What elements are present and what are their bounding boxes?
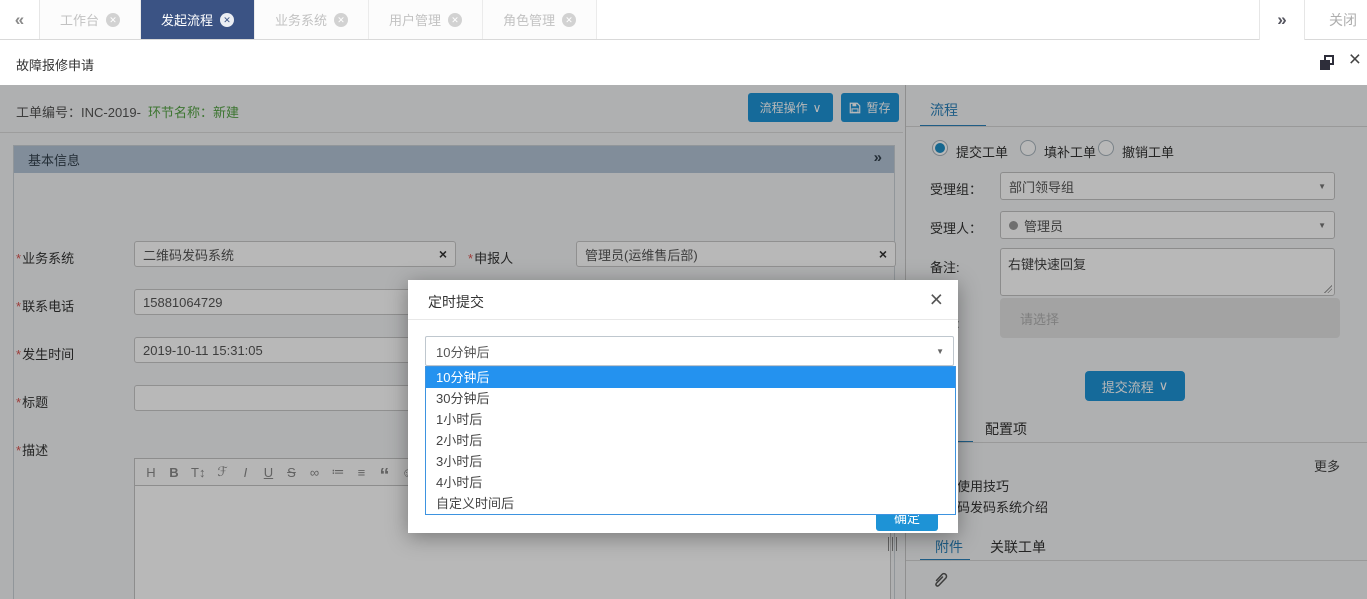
close-window-icon[interactable]: ×	[1349, 49, 1361, 70]
option-2h[interactable]: 2小时后	[426, 430, 955, 451]
nav-tab-start-process[interactable]: 发起流程 ✕	[141, 0, 255, 39]
option-3h[interactable]: 3小时后	[426, 451, 955, 472]
scroll-tabs-right-icon[interactable]: »	[1259, 0, 1305, 40]
nav-tab-bar: « 工作台 ✕ 发起流程 ✕ 业务系统 ✕ 用户管理 ✕ 角色管理 ✕ » 关闭	[0, 0, 1367, 40]
scheduled-submit-dialog: 定时提交 × 确定 10分钟后 ▼ 10分钟后 30分钟后 1小时后 2小时后 …	[408, 280, 958, 533]
dialog-title: 定时提交	[428, 292, 484, 312]
delay-select[interactable]: 10分钟后 ▼	[425, 336, 954, 366]
nav-tab-label: 业务系统	[275, 10, 327, 29]
dropdown-arrow-icon: ▼	[936, 347, 944, 356]
delay-options-listbox: 10分钟后 30分钟后 1小时后 2小时后 3小时后 4小时后 自定义时间后	[425, 366, 956, 515]
dialog-header: 定时提交 ×	[408, 280, 958, 320]
tab-close-icon[interactable]: ✕	[448, 13, 462, 27]
scroll-tabs-left-icon[interactable]: «	[0, 0, 40, 39]
nav-tab-label: 角色管理	[503, 10, 555, 29]
nav-tab-role-mgmt[interactable]: 角色管理 ✕	[483, 0, 597, 39]
tab-close-icon[interactable]: ✕	[334, 13, 348, 27]
nav-tab-label: 发起流程	[161, 10, 213, 29]
tab-close-icon[interactable]: ✕	[562, 13, 576, 27]
window-title-bar: 故障报修申请 ×	[0, 41, 1367, 85]
restore-square-front	[1320, 60, 1330, 70]
nav-tab-workbench[interactable]: 工作台 ✕	[40, 0, 141, 39]
nav-tab-user-mgmt[interactable]: 用户管理 ✕	[369, 0, 483, 39]
option-30min[interactable]: 30分钟后	[426, 388, 955, 409]
nav-tab-label: 用户管理	[389, 10, 441, 29]
page-title: 故障报修申请	[16, 55, 94, 74]
tab-close-icon[interactable]: ✕	[220, 13, 234, 27]
nav-tab-label: 工作台	[60, 10, 99, 29]
option-1h[interactable]: 1小时后	[426, 409, 955, 430]
option-custom[interactable]: 自定义时间后	[426, 493, 955, 514]
delay-select-value: 10分钟后	[436, 342, 489, 361]
nav-tab-business-system[interactable]: 业务系统 ✕	[255, 0, 369, 39]
tab-close-icon[interactable]: ✕	[106, 13, 120, 27]
option-10min[interactable]: 10分钟后	[426, 367, 955, 388]
option-4h[interactable]: 4小时后	[426, 472, 955, 493]
restore-window-icon[interactable]	[1320, 55, 1336, 71]
dialog-close-icon[interactable]: ×	[930, 286, 943, 313]
app-window: « 工作台 ✕ 发起流程 ✕ 业务系统 ✕ 用户管理 ✕ 角色管理 ✕ » 关闭…	[0, 0, 1367, 599]
close-all-tabs-link[interactable]: 关闭	[1321, 0, 1365, 40]
